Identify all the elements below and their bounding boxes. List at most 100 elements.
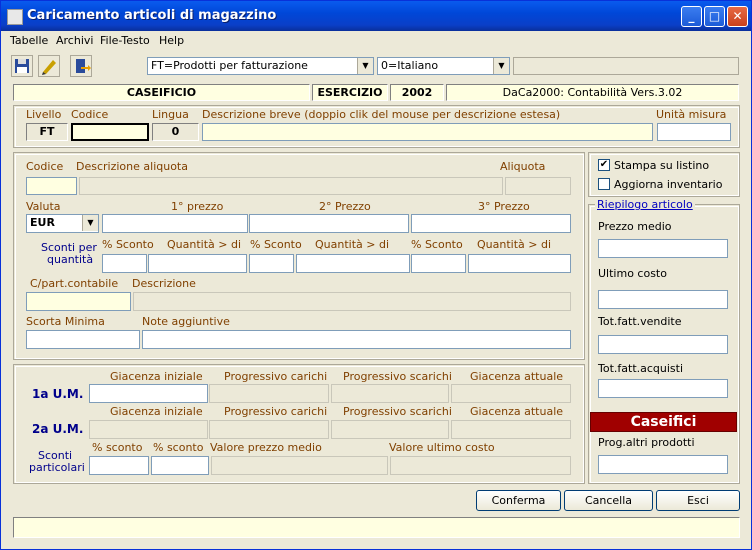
lingua-label: Lingua (152, 108, 189, 121)
quantita3-input[interactable] (468, 254, 571, 273)
um2-label: 2a U.M. (32, 422, 84, 436)
app-icon (7, 9, 23, 25)
tot-fatt-vendite-label: Tot.fatt.vendite (598, 315, 682, 328)
esercizio-label: ESERCIZIO (312, 84, 388, 101)
save-icon[interactable] (11, 55, 33, 77)
title-bar: Caricamento articoli di magazzino _ □ ✕ (1, 1, 751, 31)
psconto2-input[interactable] (151, 456, 209, 475)
prog-altri-prodotti-label: Prog.altri prodotti (598, 436, 695, 449)
prezzo1-label: 1° prezzo (171, 200, 224, 213)
aliquota-codice-input[interactable] (26, 177, 77, 195)
menu-file-testo[interactable]: File-Testo (100, 34, 150, 47)
main-window: Caricamento articoli di magazzino _ □ ✕ … (0, 0, 752, 550)
unita-misura-input[interactable] (657, 123, 731, 141)
prezzo3-input[interactable] (411, 214, 571, 233)
tot-fatt-acquisti-field (598, 379, 728, 398)
sconti-particolari-label-2: particolari (29, 461, 85, 474)
prezzo3-label: 3° Prezzo (478, 200, 530, 213)
menu-help[interactable]: Help (159, 34, 184, 47)
um1-label: 1a U.M. (32, 387, 84, 401)
giacenza-iniziale-label-2: Giacenza iniziale (110, 405, 203, 418)
ultimo-costo-label: Ultimo costo (598, 267, 667, 280)
language-select-value: 0=Italiano (381, 59, 439, 72)
cpart-descrizione-label: Descrizione (132, 277, 196, 290)
note-aggiuntive-input[interactable] (142, 330, 571, 349)
exit-icon[interactable] (70, 55, 92, 77)
psconto1-input[interactable] (89, 456, 149, 475)
tot-fatt-vendite-field (598, 335, 728, 354)
sconto1-input[interactable] (102, 254, 147, 273)
edit-icon[interactable] (38, 55, 60, 77)
prezzo1-input[interactable] (102, 214, 248, 233)
descrizione-breve-input[interactable] (202, 123, 653, 141)
riepilogo-articolo-link[interactable]: Riepilogo articolo (595, 198, 695, 211)
esci-button[interactable]: Esci (656, 490, 740, 511)
aliquota-codice-label: Codice (26, 160, 64, 173)
giacenza-attuale-label-2: Giacenza attuale (470, 405, 564, 418)
minimize-button[interactable]: _ (681, 6, 702, 27)
note-aggiuntive-label: Note aggiuntive (142, 315, 230, 328)
prog-carichi-label-2: Progressivo carichi (224, 405, 328, 418)
app-version: DaCa2000: Contabilità Vers.3.02 (446, 84, 739, 101)
prezzo2-input[interactable] (249, 214, 409, 233)
cpart-contabile-input[interactable] (26, 292, 131, 311)
language-select[interactable]: 0=Italiano ▼ (377, 57, 510, 75)
close-button[interactable]: ✕ (727, 6, 748, 27)
quantita1-input[interactable] (148, 254, 247, 273)
company-name: CASEIFICIO (13, 84, 310, 101)
conferma-button[interactable]: Conferma (476, 490, 561, 511)
stampa-listino-checkbox[interactable]: ✔ (598, 159, 610, 171)
maximize-button[interactable]: □ (704, 6, 725, 27)
toolbar: FT=Prodotti per fatturazione ▼ 0=Italian… (1, 53, 751, 81)
valore-prezzo-medio-label: Valore prezzo medio (210, 441, 322, 454)
sconto3-input[interactable] (411, 254, 466, 273)
quantita1-label: Quantità > di (167, 238, 242, 251)
livello-value: FT (26, 123, 68, 141)
lingua-value: 0 (152, 123, 199, 141)
aggiorna-inventario-checkbox[interactable] (598, 178, 610, 190)
valuta-select[interactable]: EUR ▼ (26, 214, 99, 233)
um2-giacenza-attuale-field (451, 420, 571, 439)
um2-giacenza-iniziale-field (89, 420, 208, 439)
unita-misura-label: Unità misura (656, 108, 727, 121)
chevron-down-icon: ▼ (82, 215, 98, 231)
sconto2-label: % Sconto (250, 238, 302, 251)
prog-altri-prodotti-field (598, 455, 728, 474)
aliquota-field (505, 177, 571, 195)
psconto1-label: % sconto (92, 441, 143, 454)
sconti-quantita-label-2: quantità (47, 253, 94, 266)
quantita2-input[interactable] (296, 254, 410, 273)
aggiorna-inventario-label: Aggiorna inventario (614, 178, 723, 191)
descrizione-aliquota-label: Descrizione aliquota (76, 160, 188, 173)
descrizione-aliquota-field (79, 177, 503, 195)
prezzo-medio-field (598, 239, 728, 258)
doc-type-value: FT=Prodotti per fatturazione (151, 59, 308, 72)
prezzo2-label: 2° Prezzo (319, 200, 371, 213)
codice-input[interactable] (71, 123, 149, 141)
prezzo-medio-label: Prezzo medio (598, 220, 672, 233)
menu-archivi[interactable]: Archivi (56, 34, 93, 47)
tot-fatt-acquisti-label: Tot.fatt.acquisti (598, 362, 684, 375)
giacenza-iniziale-label-1: Giacenza iniziale (110, 370, 203, 383)
prog-scarichi-label-1: Progressivo scarichi (343, 370, 452, 383)
category-banner: Caseifici (590, 412, 737, 432)
esercizio-year: 2002 (390, 84, 444, 101)
um1-giacenza-attuale-field (451, 384, 571, 403)
cancella-button[interactable]: Cancella (564, 490, 653, 511)
um1-giacenza-iniziale-input[interactable] (89, 384, 208, 403)
scorta-minima-input[interactable] (26, 330, 140, 349)
valore-ultimo-costo-field (390, 456, 571, 475)
chevron-down-icon: ▼ (493, 58, 509, 74)
sconto2-input[interactable] (249, 254, 294, 273)
toolbar-status-field (513, 57, 739, 75)
codice-label: Codice (71, 108, 109, 121)
valore-ultimo-costo-label: Valore ultimo costo (389, 441, 495, 454)
menu-tabelle[interactable]: Tabelle (10, 34, 48, 47)
sconto3-label: % Sconto (411, 238, 463, 251)
prog-scarichi-label-2: Progressivo scarichi (343, 405, 452, 418)
scorta-minima-label: Scorta Minima (26, 315, 105, 328)
valore-prezzo-medio-field (211, 456, 388, 475)
doc-type-select[interactable]: FT=Prodotti per fatturazione ▼ (147, 57, 374, 75)
um2-prog-carichi-field (209, 420, 329, 439)
menu-bar: Tabelle Archivi File-Testo Help (1, 31, 751, 50)
